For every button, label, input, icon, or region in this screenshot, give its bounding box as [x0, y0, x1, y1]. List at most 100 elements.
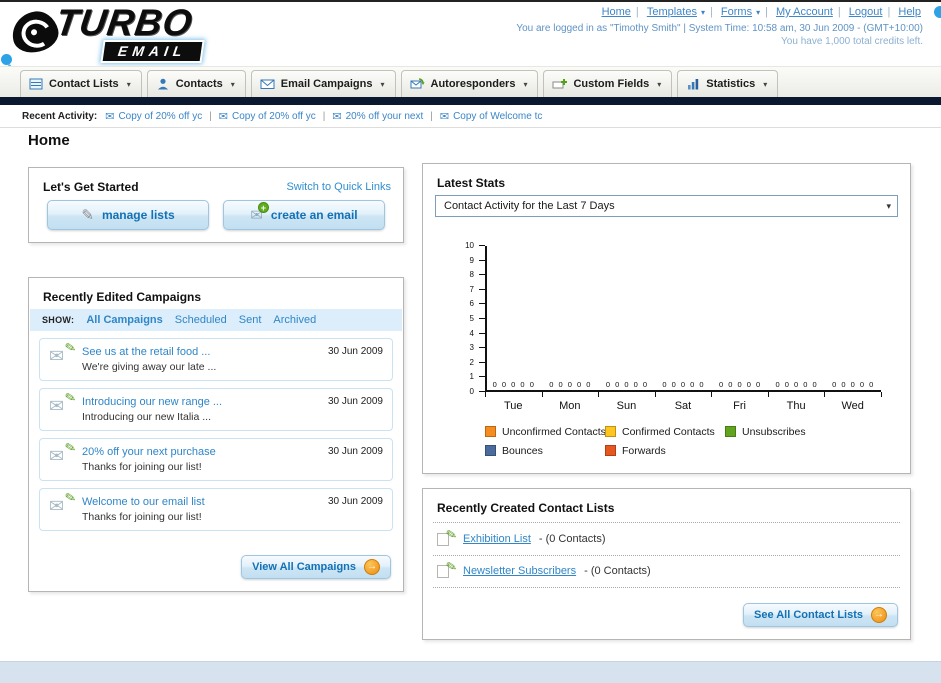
legend-item: Bounces [485, 445, 605, 457]
switch-quick-links[interactable]: Switch to Quick Links [286, 181, 391, 193]
contact-list-item: ✎ Exhibition List - (0 Contacts) [437, 526, 606, 547]
plus-icon: + [257, 202, 269, 213]
email-campaigns-icon [260, 77, 275, 91]
chevron-down-icon: ▾ [523, 79, 528, 89]
contact-lists-title: Recently Created Contact Lists [437, 501, 615, 515]
envelope-icon: ✉ [218, 110, 229, 123]
manage-lists-label: manage lists [101, 208, 175, 222]
recent-activity-item[interactable]: ✉ 20% off your next [332, 110, 423, 123]
separator: | [765, 6, 768, 18]
pencil-icon: ✎ [63, 339, 78, 356]
arrow-right-icon: → [871, 607, 887, 623]
pencil-icon: ✎ [444, 558, 459, 575]
app-logo: TURBO EMAIL [7, 2, 282, 64]
contact-list-link[interactable]: Exhibition List [463, 533, 531, 545]
header-link-my-account[interactable]: My Account [776, 6, 833, 18]
tab-autoresponders[interactable]: Autoresponders ▾ [400, 70, 539, 97]
see-all-contact-lists-button[interactable]: See All Contact Lists → [742, 603, 898, 627]
turbo-email-home-page: TURBO EMAIL Home | Templates ▾ | Forms ▾ | My… [0, 0, 941, 683]
envelope-icon: ✉ [439, 110, 450, 123]
chevron-down-icon: ▾ [230, 79, 235, 89]
separator: | [209, 110, 212, 122]
campaign-subtitle: We're giving away our late ... [82, 361, 217, 373]
stats-period-value: Contact Activity for the Last 7 Days [444, 200, 615, 212]
chevron-down-icon[interactable]: ▾ [756, 8, 760, 17]
campaign-title-link[interactable]: Introducing our new range ... [82, 396, 322, 408]
tab-contact-lists[interactable]: Contact Lists ▾ [20, 70, 142, 97]
dotted-divider [433, 555, 900, 556]
header-link-logout[interactable]: Logout [849, 6, 883, 18]
tab-label: Statistics [706, 78, 756, 90]
campaigns-title: Recently Edited Campaigns [43, 290, 202, 304]
stats-period-select[interactable]: Contact Activity for the Last 7 Days ▾ [435, 195, 898, 217]
separator: | [887, 6, 891, 18]
campaign-title-link[interactable]: See us at the retail food ... [82, 346, 322, 358]
page-bottom-band [0, 661, 941, 683]
dotted-divider [433, 587, 900, 588]
get-started-panel: Let's Get Started Switch to Quick Links … [28, 167, 404, 243]
header-link-home[interactable]: Home [602, 6, 631, 18]
latest-stats-panel: Latest Stats Contact Activity for the La… [422, 163, 911, 474]
page-pencil-icon: ✎ [437, 526, 458, 547]
recent-activity-item[interactable]: ✉ Copy of 20% off yc [219, 110, 316, 123]
decorative-blue-dot-right [934, 6, 941, 18]
create-email-button[interactable]: ✉ + create an email [223, 200, 385, 230]
campaign-row: ✉ ✎ Welcome to our email list Thanks for … [39, 488, 393, 531]
filter-archived[interactable]: Archived [273, 314, 316, 326]
filter-all-campaigns[interactable]: All Campaigns [86, 314, 162, 326]
envelope-icon: ✉ [105, 110, 115, 123]
page-title: Home [28, 132, 70, 149]
stats-legend: Unconfirmed Contacts Confirmed Contacts Un… [485, 422, 845, 460]
separator: | [709, 6, 713, 18]
header-link-forms[interactable]: Forms [721, 6, 752, 18]
header-link-help[interactable]: Help [898, 6, 921, 18]
recent-activity-bar: Recent Activity: ✉ Copy of 20% off yc | ✉ C… [0, 105, 941, 128]
pencil-icon: ✎ [444, 526, 459, 543]
view-all-campaigns-button[interactable]: View All Campaigns → [241, 555, 391, 579]
chevron-down-icon: ▾ [126, 79, 131, 89]
recent-activity-item[interactable]: ✉ Copy of 20% off yc [105, 110, 202, 123]
pencil-icon: ✎ [63, 439, 78, 456]
tab-custom-fields[interactable]: Custom Fields ▾ [543, 70, 673, 97]
separator: | [322, 110, 326, 122]
envelope-icon: ✉ [49, 446, 65, 466]
header-link-templates[interactable]: Templates [647, 6, 697, 18]
see-all-contact-lists-label: See All Contact Lists [753, 609, 863, 621]
filter-scheduled[interactable]: Scheduled [175, 314, 227, 326]
manage-lists-button[interactable]: ✎ manage lists [47, 200, 209, 230]
recently-created-contact-lists-panel: Recently Created Contact Lists ✎ Exhibit… [422, 488, 911, 640]
tab-statistics[interactable]: Statistics ▾ [677, 70, 779, 97]
campaign-title-link[interactable]: Welcome to our email list [82, 496, 322, 508]
campaign-subtitle: Introducing our new Italia ... [82, 411, 211, 423]
chevron-down-icon: ▾ [886, 200, 891, 211]
envelope-icon: ✉ [49, 496, 65, 516]
contact-list-count: - (0 Contacts) [538, 533, 606, 545]
campaign-title-link[interactable]: 20% off your next purchase [82, 446, 322, 458]
tab-email-campaigns[interactable]: Email Campaigns ▾ [250, 70, 396, 97]
separator: | [430, 110, 433, 122]
legend-item: Confirmed Contacts [605, 426, 725, 438]
tab-label: Contact Lists [49, 78, 119, 90]
filter-sent[interactable]: Sent [239, 314, 262, 326]
campaign-date: 30 Jun 2009 [327, 496, 383, 507]
campaign-filter-bar: SHOW: All Campaigns Scheduled Sent Archi… [30, 309, 402, 331]
stats-chart: 0 1 2 3 4 5 6 7 8 9 10 0 0 0 0 0 Tue 0 0 0 0 0 Mon 0 0 … [423, 224, 910, 414]
pencil-icon: ✎ [63, 489, 78, 506]
recent-activity-item[interactable]: ✉ Copy of Welcome tc [440, 110, 543, 123]
contacts-icon [156, 77, 170, 91]
header-links: Home | Templates ▾ | Forms ▾ | My Account | Lo… [600, 6, 923, 18]
login-info: You are logged in as "Timothy Smith" | S… [516, 23, 923, 34]
latest-stats-title: Latest Stats [437, 176, 506, 190]
tab-label: Custom Fields [573, 78, 650, 90]
legend-item: Unsubscribes [725, 426, 845, 438]
tab-contacts[interactable]: Contacts ▾ [146, 70, 246, 97]
tab-label: Email Campaigns [280, 78, 373, 90]
legend-swatch [725, 426, 736, 437]
credits-info: You have 1,000 total credits left. [781, 36, 923, 47]
chevron-down-icon[interactable]: ▾ [701, 8, 705, 17]
create-email-label: create an email [270, 208, 358, 222]
chevron-down-icon: ▾ [657, 79, 662, 89]
campaign-subtitle: Thanks for joining our list! [82, 511, 202, 523]
show-label: SHOW: [42, 315, 75, 325]
contact-list-link[interactable]: Newsletter Subscribers [463, 565, 576, 577]
